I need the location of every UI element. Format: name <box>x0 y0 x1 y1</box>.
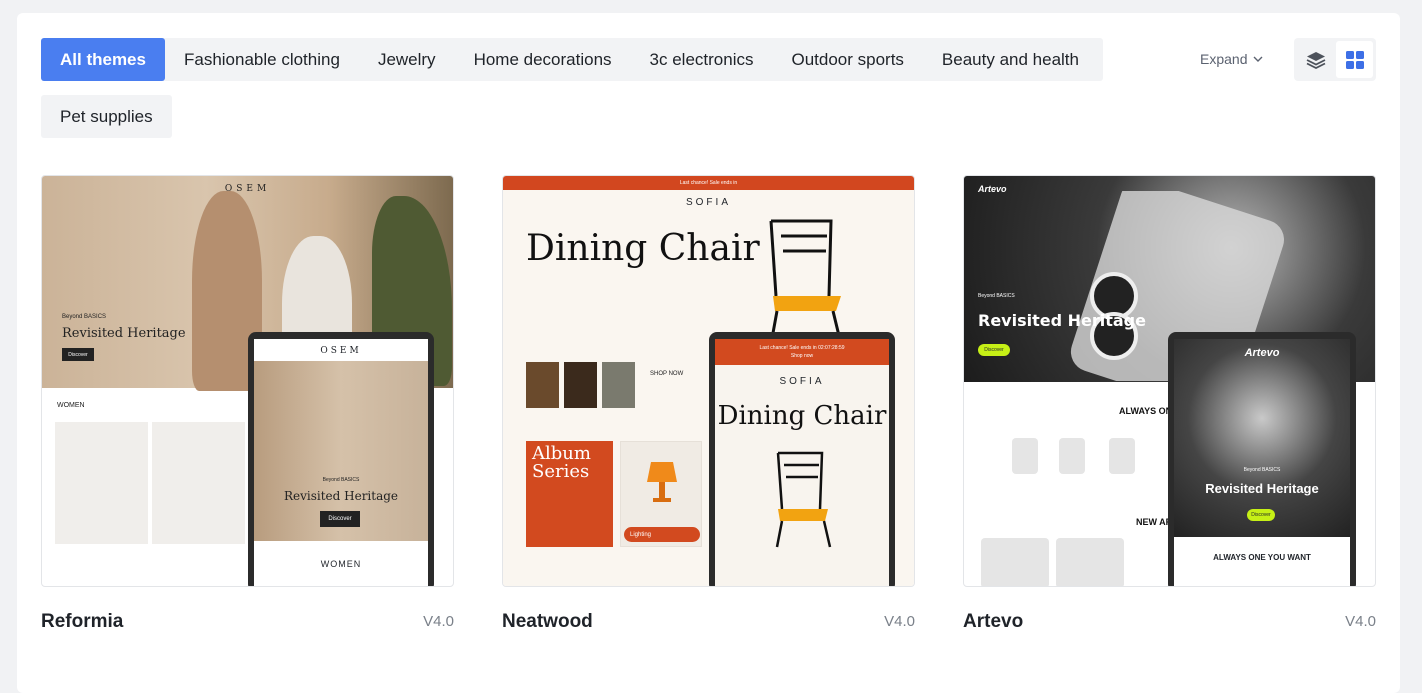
tab-jewelry[interactable]: Jewelry <box>359 38 455 81</box>
gallery-thumb <box>526 362 559 408</box>
tab-all-themes[interactable]: All themes <box>41 38 165 81</box>
preview-headline: Revisited Heritage <box>978 311 1146 330</box>
tab-outdoor-sports[interactable]: Outdoor sports <box>772 38 922 81</box>
mobile-subtitle: Beyond BASICS <box>1243 467 1281 473</box>
mobile-shop-now: Shop now <box>790 353 814 359</box>
chevron-down-icon <box>1253 56 1263 62</box>
tab-beauty-and-health[interactable]: Beauty and health <box>923 38 1098 81</box>
mobile-button: Discover <box>320 511 360 527</box>
preview-album: Album Series <box>526 441 613 547</box>
preview-logo: OSEM <box>224 184 271 194</box>
product-thumb <box>1012 438 1038 474</box>
preview-section-title: WOMEN <box>57 402 85 409</box>
layers-icon <box>1306 51 1325 69</box>
theme-name[interactable]: Neatwood <box>502 611 593 633</box>
preview-shop-now: SHOP NOW <box>650 371 684 377</box>
theme-card-reformia[interactable]: OSEM Beyond BASICS Revisited Heritage Di… <box>41 175 454 632</box>
category-tabs: All themes Fashionable clothing Jewelry … <box>41 38 1103 138</box>
preview-lighting: Lighting <box>624 527 700 542</box>
mobile-section-title: ALWAYS ONE YOU WANT <box>1213 553 1311 562</box>
preview-logo: SOFIA <box>685 197 731 208</box>
layers-view-button[interactable] <box>1297 41 1334 78</box>
mobile-banner-text: Last chance! Sale ends in 02:07:28:59 <box>759 345 845 351</box>
theme-preview-image[interactable]: Last chance! Sale ends in SOFIA Dining C… <box>502 175 915 587</box>
grid-view-button[interactable] <box>1336 41 1373 78</box>
mobile-section-title: WOMEN <box>320 559 362 569</box>
theme-name[interactable]: Reformia <box>41 611 123 633</box>
theme-card-artevo[interactable]: Artevo Beyond BASICS Revisited Heritage … <box>963 175 1376 632</box>
mobile-logo: OSEM <box>320 346 362 356</box>
mobile-preview: Last chance! Sale ends in 02:07:28:59 Sh… <box>709 332 895 586</box>
preview-headline: Revisited Heritage <box>62 326 186 341</box>
mobile-chair-image <box>775 451 832 548</box>
theme-version: V4.0 <box>423 613 454 630</box>
preview-headline: Dining Chair <box>526 228 760 269</box>
grid-icon <box>1345 50 1364 69</box>
product-thumb <box>1109 438 1135 474</box>
theme-card-neatwood[interactable]: Last chance! Sale ends in SOFIA Dining C… <box>502 175 915 632</box>
theme-preview-image[interactable]: Artevo Beyond BASICS Revisited Heritage … <box>963 175 1376 587</box>
product-thumb <box>1059 438 1085 474</box>
theme-preview-image[interactable]: OSEM Beyond BASICS Revisited Heritage Di… <box>41 175 454 587</box>
preview-button: Discover <box>62 348 94 361</box>
preview-subtitle: Beyond BASICS <box>978 293 1015 299</box>
mobile-button: Discover <box>1247 509 1275 521</box>
mobile-preview: OSEM Beyond BASICS Revisited Heritage Di… <box>248 332 434 586</box>
mobile-preview: Artevo Beyond BASICS Revisited Heritage … <box>1168 332 1356 586</box>
mobile-logo: Artevo <box>1244 347 1280 359</box>
preview-new-arrivals: NEW AR <box>1136 517 1173 527</box>
mobile-hero <box>1174 339 1350 537</box>
mobile-subtitle: Beyond BASICS <box>322 477 360 483</box>
category-tab-row: All themes Fashionable clothing Jewelry … <box>41 38 1103 81</box>
preview-subtitle: Beyond BASICS <box>62 314 107 320</box>
gallery-thumb <box>602 362 635 408</box>
tab-pet-supplies[interactable]: Pet supplies <box>41 95 172 138</box>
product-thumb <box>55 422 148 544</box>
chair-image <box>769 219 843 345</box>
theme-name[interactable]: Artevo <box>963 611 1023 633</box>
tab-3c-electronics[interactable]: 3c electronics <box>631 38 773 81</box>
theme-version: V4.0 <box>884 613 915 630</box>
preview-button: Discover <box>978 344 1010 356</box>
expand-button[interactable]: Expand <box>1200 51 1263 67</box>
mobile-headline: Revisited Heritage <box>283 489 399 503</box>
view-toggle <box>1294 38 1376 81</box>
product-thumb <box>152 422 245 544</box>
mobile-banner: Last chance! Sale ends in 02:07:28:59 Sh… <box>715 339 889 365</box>
mobile-logo: SOFIA <box>779 376 825 387</box>
expand-label: Expand <box>1200 51 1248 67</box>
mobile-headline: Dining Chair <box>717 401 887 431</box>
product-thumb <box>981 538 1049 586</box>
tab-home-decorations[interactable]: Home decorations <box>455 38 631 81</box>
preview-logo: Artevo <box>978 184 1007 194</box>
theme-version: V4.0 <box>1345 613 1376 630</box>
theme-gallery-panel: All themes Fashionable clothing Jewelry … <box>17 13 1400 693</box>
tab-fashionable-clothing[interactable]: Fashionable clothing <box>165 38 359 81</box>
gallery-thumb <box>564 362 597 408</box>
mobile-headline: Revisited Heritage <box>1205 481 1319 496</box>
product-thumb <box>1056 538 1124 586</box>
preview-banner: Last chance! Sale ends in <box>503 176 914 190</box>
